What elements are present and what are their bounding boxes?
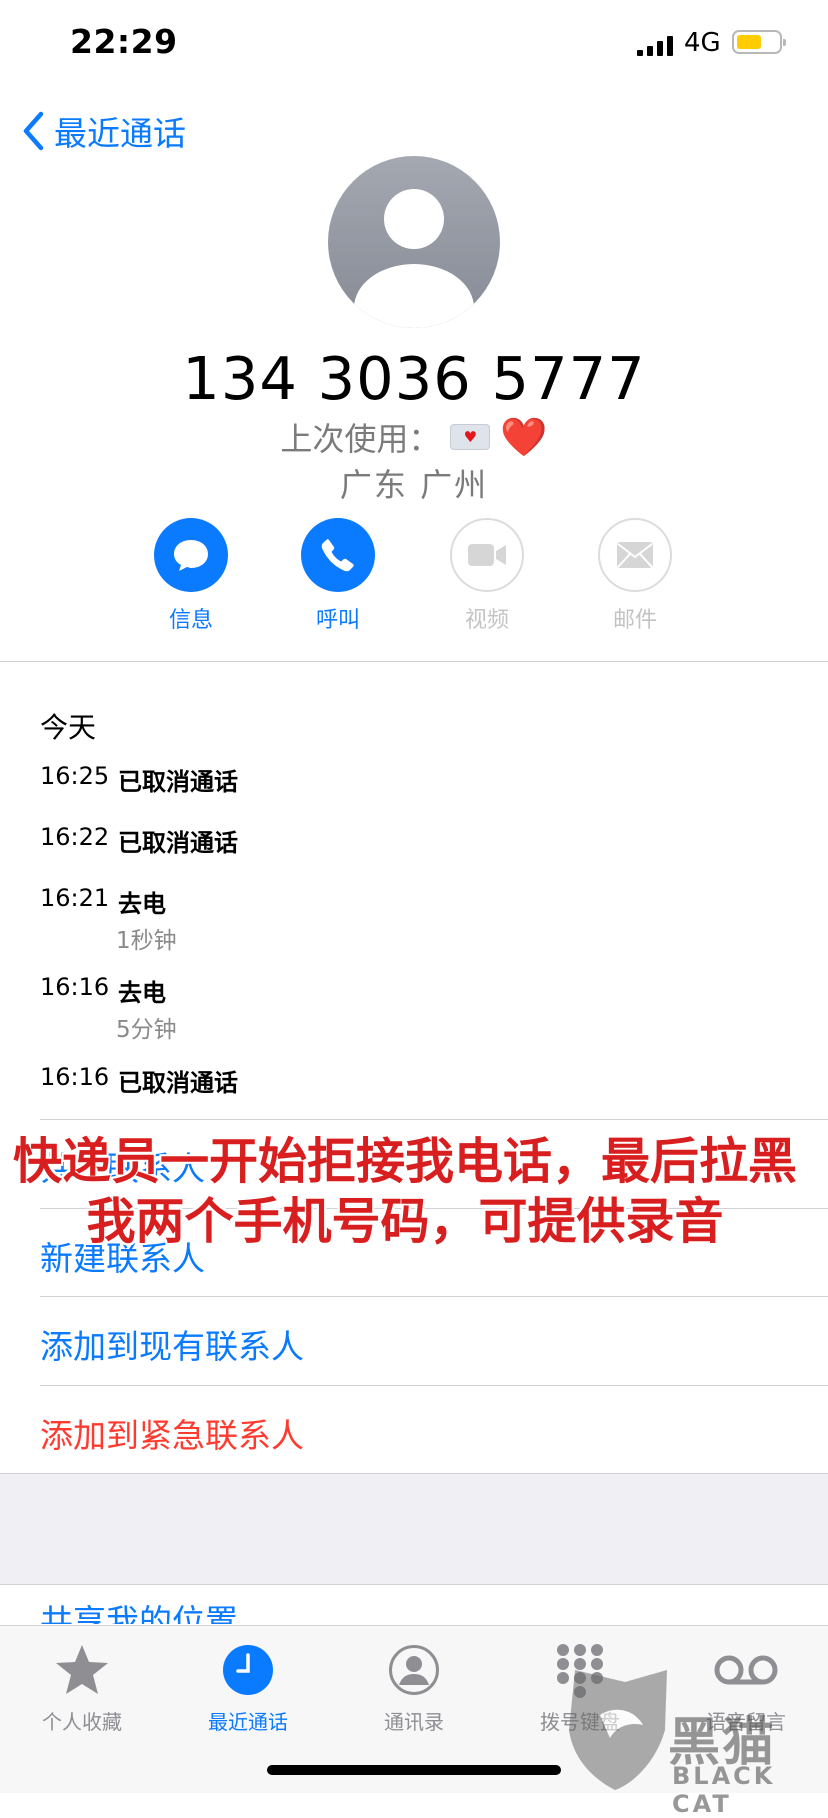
message-heart-badge-icon: ♥: [450, 424, 491, 450]
overlay-annotation: 快递员一开始拒接我电话，最后拉黑我两个手机号码，可提供录音: [12, 1133, 797, 1250]
mail-label: 邮件: [612, 608, 657, 633]
call-log-row: 16:22 已取消通话: [40, 823, 238, 858]
separator: [40, 1385, 828, 1386]
person-silhouette-icon: [354, 189, 474, 328]
tab-label: 最近通话: [208, 1710, 288, 1734]
back-label: 最近通话: [54, 114, 186, 153]
call-time: 16:16: [40, 973, 110, 1001]
chevron-left-icon: [23, 111, 44, 151]
mail-button[interactable]: 邮件: [575, 518, 695, 634]
last-used-line: 上次使用： ♥ ❤️: [0, 414, 828, 460]
back-button[interactable]: 最近通话: [22, 106, 186, 156]
section-divider: [0, 661, 828, 662]
separator: [40, 1119, 828, 1120]
contacts-icon: [389, 1645, 439, 1695]
star-icon: [56, 1645, 108, 1694]
share-location-button[interactable]: 共享我的位置: [40, 1602, 238, 1624]
tab-label: 个人收藏: [42, 1710, 122, 1734]
call-type: 已取消通话: [118, 768, 238, 796]
tab-contacts[interactable]: 通讯录: [339, 1638, 489, 1735]
phone-icon: [321, 539, 354, 572]
call-time: 16:16: [40, 1063, 110, 1091]
contact-avatar: [328, 156, 500, 328]
call-time: 16:22: [40, 823, 110, 851]
add-to-existing-contact-button[interactable]: 添加到现有联系人: [40, 1320, 304, 1368]
last-used-label: 上次使用：: [280, 420, 441, 458]
tab-recents[interactable]: 最近通话: [173, 1638, 323, 1735]
call-type: 已取消通话: [118, 1069, 238, 1097]
call-log-row: 16:25 已取消通话: [40, 762, 238, 797]
message-bubble-icon: [174, 540, 208, 571]
contact-location: 广东 广州: [339, 466, 489, 504]
home-indicator[interactable]: [267, 1765, 561, 1775]
call-duration: 1秒钟: [116, 928, 177, 954]
add-to-emergency-contact-button[interactable]: 添加到紧急联系人: [40, 1409, 304, 1457]
network-type: 4G: [684, 28, 721, 58]
mail-icon: [617, 542, 653, 568]
section-gap: [0, 1473, 828, 1585]
call-label: 呼叫: [315, 608, 360, 633]
call-time: 16:25: [40, 762, 110, 790]
battery-icon: [732, 30, 786, 54]
clock-icon: [223, 1645, 273, 1695]
contact-action-row: 信息 呼叫 视频 邮件: [0, 518, 828, 638]
video-camera-icon: [468, 544, 506, 566]
battery-fill: [737, 35, 761, 49]
video-label: 视频: [464, 608, 509, 633]
tab-label: 通讯录: [384, 1710, 444, 1734]
call-log-row: 16:16 已取消通话: [40, 1063, 238, 1098]
status-time: 22:29: [70, 22, 178, 61]
heart-emoji: ❤️: [500, 415, 548, 459]
message-label: 信息: [168, 608, 213, 633]
call-type: 去电: [118, 979, 166, 1007]
separator: [40, 1296, 828, 1297]
call-type: 已取消通话: [118, 829, 238, 857]
watermark-en: BLACK CAT: [672, 1762, 776, 1818]
call-duration: 5分钟: [116, 1017, 177, 1043]
message-button[interactable]: 信息: [131, 518, 251, 634]
tab-favorites[interactable]: 个人收藏: [7, 1638, 157, 1735]
video-button[interactable]: 视频: [427, 518, 547, 634]
call-type: 去电: [118, 890, 166, 918]
call-log-row: 16:16 去电: [40, 973, 166, 1008]
phone-number: 134 3036 5777: [182, 344, 646, 413]
call-log-row: 16:21 去电: [40, 884, 166, 919]
signal-strength-icon: [637, 36, 673, 56]
call-time: 16:21: [40, 884, 110, 912]
call-log-day: 今天: [40, 711, 97, 744]
call-button[interactable]: 呼叫: [278, 518, 398, 634]
